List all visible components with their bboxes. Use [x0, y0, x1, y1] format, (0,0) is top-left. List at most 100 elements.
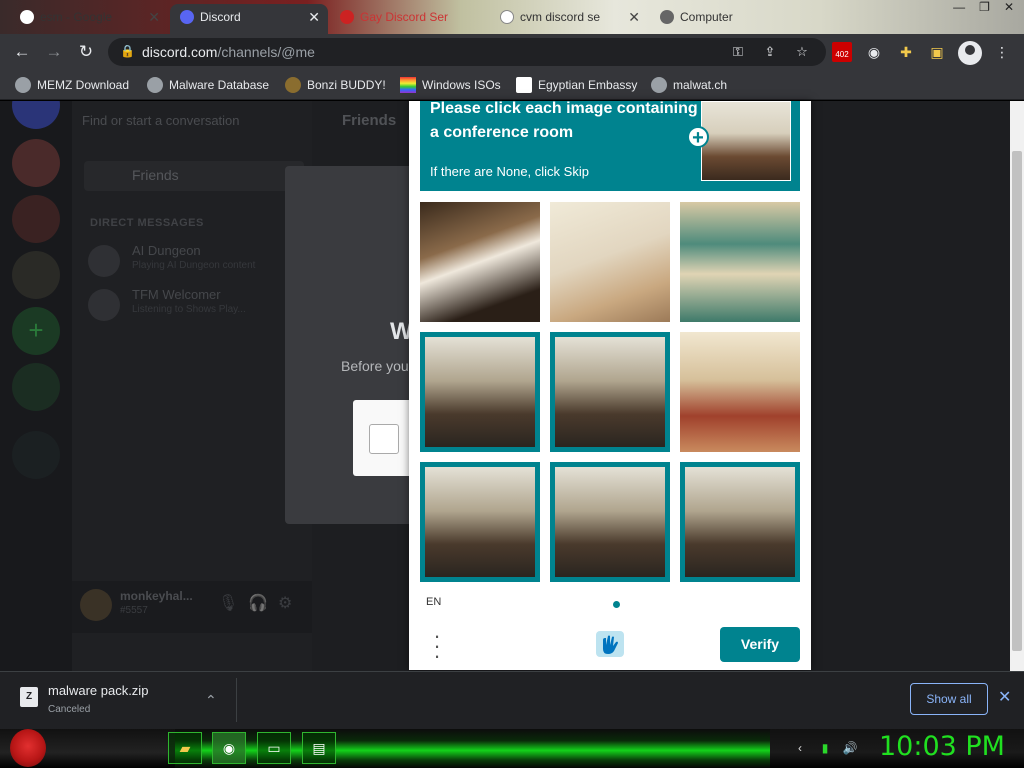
- friends-label: Friends: [132, 167, 179, 183]
- profile-avatar[interactable]: [958, 41, 982, 65]
- tray-arrow-icon[interactable]: ‹: [792, 740, 808, 756]
- globe-icon: [15, 77, 31, 93]
- captcha-tile[interactable]: [420, 202, 540, 322]
- captcha-tile[interactable]: [680, 462, 800, 582]
- close-icon[interactable]: ✕: [998, 687, 1011, 707]
- bookmark-malwatch[interactable]: malwat.ch: [651, 76, 727, 94]
- download-apps-icon[interactable]: [12, 431, 60, 479]
- home-server-icon[interactable]: [12, 101, 60, 129]
- menu-kebab-icon[interactable]: ⋮: [992, 42, 1012, 62]
- clock[interactable]: 10:03 PM: [879, 731, 1005, 762]
- close-tab-icon[interactable]: ✕: [628, 4, 640, 30]
- download-filename[interactable]: malware pack.zip: [48, 683, 148, 698]
- extensions-puzzle-icon[interactable]: ✚: [896, 42, 916, 62]
- captcha-tile[interactable]: [550, 462, 670, 582]
- rainbow-flag-icon: [400, 77, 416, 93]
- captcha-tile[interactable]: [550, 332, 670, 452]
- chrome-icon[interactable]: ◉: [212, 732, 246, 764]
- bookmark-malware-db[interactable]: Malware Database: [147, 76, 269, 94]
- tile-image: [425, 337, 535, 447]
- reload-icon[interactable]: ↻: [76, 42, 96, 62]
- divider: [236, 678, 237, 722]
- tab-google[interactable]: esm - Google ✕: [10, 4, 168, 34]
- sidebar-icon[interactable]: ▣: [927, 42, 947, 62]
- download-bar: Z malware pack.zip Canceled ⌃ Show all ✕: [0, 671, 1024, 729]
- bookmark-star-icon[interactable]: ☆: [794, 44, 810, 60]
- extension-badge-count: 402: [835, 50, 849, 59]
- captcha-tile[interactable]: [680, 332, 800, 452]
- dm-item[interactable]: TFM Welcomer Listening to Shows Play...: [88, 287, 308, 327]
- user-panel: monkeyhal... #5557 🎙 🎧 ⚙: [72, 581, 312, 633]
- tab-cvm[interactable]: cvm discord se ✕: [490, 4, 648, 34]
- remote-desktop-icon[interactable]: ▭: [257, 732, 291, 764]
- close-window-icon[interactable]: ✕: [1004, 0, 1014, 22]
- captcha-tile[interactable]: [420, 462, 540, 582]
- bookmark-bonzi[interactable]: Bonzi BUDDY!: [285, 76, 386, 94]
- bookmark-label: Malware Database: [169, 78, 270, 92]
- tab-label: esm - Google: [40, 10, 113, 24]
- captcha-tile[interactable]: [680, 202, 800, 322]
- page-scrollbar[interactable]: [1010, 101, 1024, 671]
- captcha-tile[interactable]: [550, 202, 670, 322]
- sidebar-item-friends[interactable]: Friends: [84, 161, 304, 191]
- bookmark-label: Egyptian Embassy: [538, 78, 638, 92]
- menu-kebab-icon[interactable]: · · ·: [432, 625, 442, 667]
- flag-extension-icon[interactable]: ◉: [864, 42, 884, 62]
- back-arrow-icon[interactable]: ←: [12, 42, 32, 62]
- bookmark-memz[interactable]: MEMZ Download: [15, 76, 129, 94]
- verify-button[interactable]: Verify: [720, 627, 800, 662]
- scroll-thumb[interactable]: [1012, 151, 1022, 651]
- extension-badge-icon[interactable]: 402: [832, 42, 852, 62]
- expand-sample-icon[interactable]: +: [687, 126, 709, 148]
- bookmarks-bar: MEMZ Download Malware Database Bonzi BUD…: [0, 70, 1024, 100]
- mute-icon[interactable]: 🎙: [218, 593, 238, 613]
- sample-image: [701, 101, 791, 181]
- explore-servers-icon[interactable]: [12, 363, 60, 411]
- tab-discord[interactable]: Discord ✕: [170, 4, 328, 34]
- share-icon[interactable]: ⇪: [762, 44, 778, 60]
- url-text: discord.com/channels/@me: [142, 44, 315, 60]
- forward-arrow-icon[interactable]: →: [44, 42, 64, 62]
- bonzi-icon: [285, 77, 301, 93]
- tab-gay-discord[interactable]: Gay Discord Ser: [330, 4, 488, 34]
- dm-item[interactable]: AI Dungeon Playing AI Dungeon content: [88, 243, 308, 283]
- captcha-checkbox[interactable]: [369, 424, 399, 454]
- chevron-up-icon[interactable]: ⌃: [205, 692, 217, 709]
- battery-icon[interactable]: ▮: [817, 740, 833, 756]
- server-icon[interactable]: [12, 139, 60, 187]
- server-icon[interactable]: [12, 195, 60, 243]
- dm-search-input[interactable]: Find or start a conversation: [82, 113, 240, 128]
- url-input[interactable]: 🔒 discord.com/channels/@me ⚿ ⇪ ☆: [108, 38, 826, 66]
- settings-gear-icon[interactable]: ⚙: [278, 593, 292, 613]
- key-icon[interactable]: ⚿: [730, 44, 746, 60]
- tab-computer[interactable]: Computer: [650, 4, 780, 34]
- control-panel-icon[interactable]: ▤: [302, 732, 336, 764]
- tab-label: cvm discord se: [520, 10, 601, 24]
- captcha-widget: [353, 400, 413, 476]
- captcha-prompt: Please click each image containing a con…: [430, 100, 698, 141]
- dm-name: AI Dungeon: [132, 243, 201, 258]
- close-tab-icon[interactable]: ✕: [308, 4, 320, 30]
- volume-icon[interactable]: 🔊: [842, 740, 858, 756]
- tile-image: [425, 467, 535, 577]
- bookmark-label: Windows ISOs: [422, 78, 501, 92]
- bookmark-windows-isos[interactable]: Windows ISOs: [400, 76, 501, 94]
- dm-section-heading: DIRECT MESSAGES: [90, 217, 204, 229]
- bookmark-egyptian-embassy[interactable]: Egyptian Embassy: [516, 76, 637, 94]
- add-server-icon[interactable]: +: [12, 307, 60, 355]
- page-indicator: [613, 601, 620, 608]
- show-all-button[interactable]: Show all: [910, 683, 988, 715]
- avatar[interactable]: [80, 589, 112, 621]
- start-button-angry-bird-icon[interactable]: [10, 729, 46, 767]
- minimize-icon[interactable]: —: [953, 0, 965, 22]
- server-icon[interactable]: [12, 251, 60, 299]
- modal-text: Before you: [341, 358, 409, 374]
- headset-icon[interactable]: 🎧: [248, 593, 268, 613]
- google-icon: [500, 10, 514, 24]
- zip-file-icon: Z: [20, 687, 38, 707]
- maximize-icon[interactable]: ❐: [979, 0, 990, 22]
- close-tab-icon[interactable]: ✕: [148, 4, 160, 30]
- captcha-tile[interactable]: [420, 332, 540, 452]
- file-explorer-icon[interactable]: ▰: [168, 732, 202, 764]
- language-selector[interactable]: EN: [426, 596, 441, 608]
